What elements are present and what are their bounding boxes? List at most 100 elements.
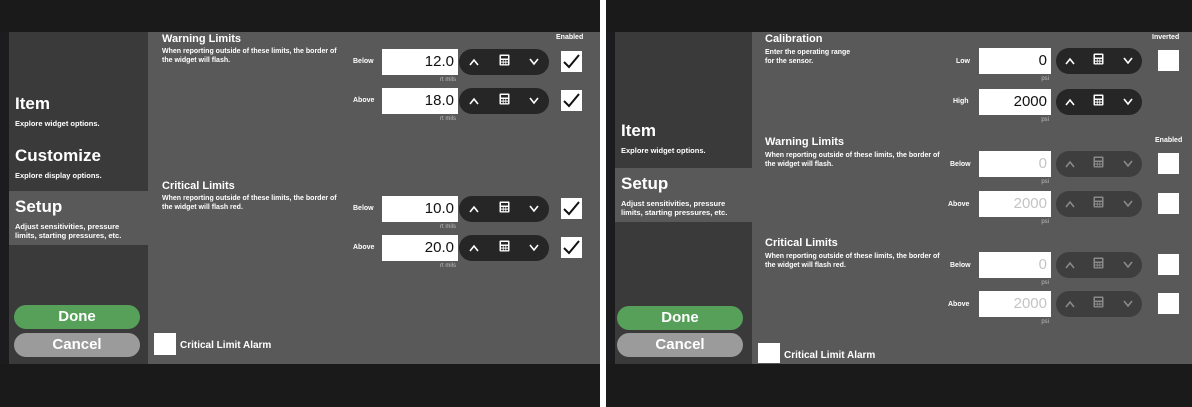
enabled-checkbox[interactable] [561, 237, 582, 258]
increment-button[interactable] [1058, 193, 1082, 215]
value-field[interactable]: 18.0 [382, 88, 458, 114]
keypad-button[interactable] [1087, 153, 1111, 175]
keypad-button[interactable] [1087, 50, 1111, 72]
top-bar [0, 0, 600, 32]
chevron-down-icon [529, 92, 539, 110]
value-field[interactable]: 12.0 [382, 49, 458, 75]
decrement-button[interactable] [522, 51, 546, 73]
keypad-button[interactable] [492, 237, 516, 259]
cancel-button[interactable]: Cancel [14, 333, 140, 357]
critical-limits-title: Critical Limits [162, 180, 235, 192]
decrement-button[interactable] [522, 237, 546, 259]
value-field[interactable]: 2000 [979, 89, 1051, 115]
value-field[interactable]: 0 [979, 151, 1051, 177]
decrement-button[interactable] [522, 198, 546, 220]
chevron-down-icon [1123, 256, 1133, 274]
chevron-down-icon [1123, 155, 1133, 173]
increment-button[interactable] [462, 51, 486, 73]
check-icon [561, 54, 582, 76]
chevron-down-icon [1123, 195, 1133, 213]
decrement-button[interactable] [1116, 193, 1140, 215]
nav-item-setup[interactable]: Setup Adjust sensitivities, pressure lim… [615, 168, 760, 222]
unit-label: psi [1041, 319, 1049, 325]
chevron-up-icon [469, 239, 479, 257]
enabled-header: Enabled [1155, 137, 1183, 144]
chevron-up-icon [1065, 93, 1075, 111]
decrement-button[interactable] [522, 90, 546, 112]
decrement-button[interactable] [1116, 153, 1140, 175]
stepper [1056, 89, 1142, 115]
value-field[interactable]: 0 [979, 252, 1051, 278]
right-screen: Item Explore widget options. Setup Adjus… [606, 0, 1192, 407]
chevron-up-icon [469, 200, 479, 218]
enabled-checkbox[interactable] [1158, 254, 1179, 275]
keypad-button[interactable] [1087, 193, 1111, 215]
left-screen: Item Explore widget options. Customize E… [0, 0, 600, 407]
chevron-down-icon [1123, 52, 1133, 70]
critical-alarm-checkbox[interactable] [758, 343, 780, 363]
nav-item-setup[interactable]: Setup Adjust sensitivities, pressure lim… [9, 191, 148, 245]
calculator-icon [499, 239, 510, 257]
increment-button[interactable] [1058, 254, 1082, 276]
decrement-button[interactable] [1116, 254, 1140, 276]
keypad-button[interactable] [492, 51, 516, 73]
keypad-button[interactable] [1087, 91, 1111, 113]
chevron-down-icon [1123, 295, 1133, 313]
unit-label: rt mils [440, 224, 456, 230]
calculator-icon [1093, 195, 1104, 213]
warning-limits-desc: When reporting outside of these limits, … [162, 48, 337, 64]
done-button[interactable]: Done [617, 306, 743, 330]
value-field[interactable]: 2000 [979, 291, 1051, 317]
calculator-icon [499, 92, 510, 110]
calibration-desc: Enter the operating range for the sensor… [765, 49, 851, 65]
chevron-down-icon [1123, 93, 1133, 111]
increment-button[interactable] [462, 198, 486, 220]
enabled-checkbox[interactable] [1158, 153, 1179, 174]
row-label: Above [353, 97, 375, 104]
value-field[interactable]: 10.0 [382, 196, 458, 222]
decrement-button[interactable] [1116, 91, 1140, 113]
nav-item-item[interactable]: Item Explore widget options. [9, 88, 148, 138]
keypad-button[interactable] [492, 198, 516, 220]
decrement-button[interactable] [1116, 50, 1140, 72]
calculator-icon [499, 200, 510, 218]
row-label: Below [950, 161, 971, 168]
unit-label: psi [1041, 179, 1049, 185]
enabled-checkbox[interactable] [561, 198, 582, 219]
value-field[interactable]: 2000 [979, 191, 1051, 217]
cancel-button[interactable]: Cancel [617, 333, 743, 357]
critical-limits-title: Critical Limits [765, 237, 838, 249]
keypad-button[interactable] [1087, 293, 1111, 315]
nav-item-item[interactable]: Item Explore widget options. [615, 115, 760, 167]
value-field[interactable]: 0 [979, 48, 1051, 74]
stepper [1056, 48, 1142, 74]
keypad-button[interactable] [1087, 254, 1111, 276]
stepper [1056, 151, 1142, 177]
enabled-checkbox[interactable] [1158, 293, 1179, 314]
increment-button[interactable] [1058, 153, 1082, 175]
increment-button[interactable] [1058, 91, 1082, 113]
calculator-icon [1093, 52, 1104, 70]
increment-button[interactable] [1058, 293, 1082, 315]
inverted-checkbox[interactable] [1158, 50, 1179, 71]
value-field[interactable]: 20.0 [382, 235, 458, 261]
enabled-checkbox[interactable] [561, 51, 582, 72]
nav-item-title: Setup [621, 174, 669, 193]
increment-button[interactable] [1058, 50, 1082, 72]
unit-label: rt mils [440, 77, 456, 83]
keypad-button[interactable] [492, 90, 516, 112]
calculator-icon [1093, 256, 1104, 274]
increment-button[interactable] [462, 90, 486, 112]
calculator-icon [1093, 295, 1104, 313]
calculator-icon [499, 53, 510, 71]
enabled-checkbox[interactable] [561, 90, 582, 111]
chevron-up-icon [469, 92, 479, 110]
nav-item-customize[interactable]: Customize Explore display options. [9, 140, 148, 190]
row-label: Above [948, 201, 970, 208]
critical-alarm-checkbox[interactable] [154, 333, 176, 355]
enabled-checkbox[interactable] [1158, 193, 1179, 214]
decrement-button[interactable] [1116, 293, 1140, 315]
increment-button[interactable] [462, 237, 486, 259]
row-label: Above [948, 301, 970, 308]
done-button[interactable]: Done [14, 305, 140, 329]
